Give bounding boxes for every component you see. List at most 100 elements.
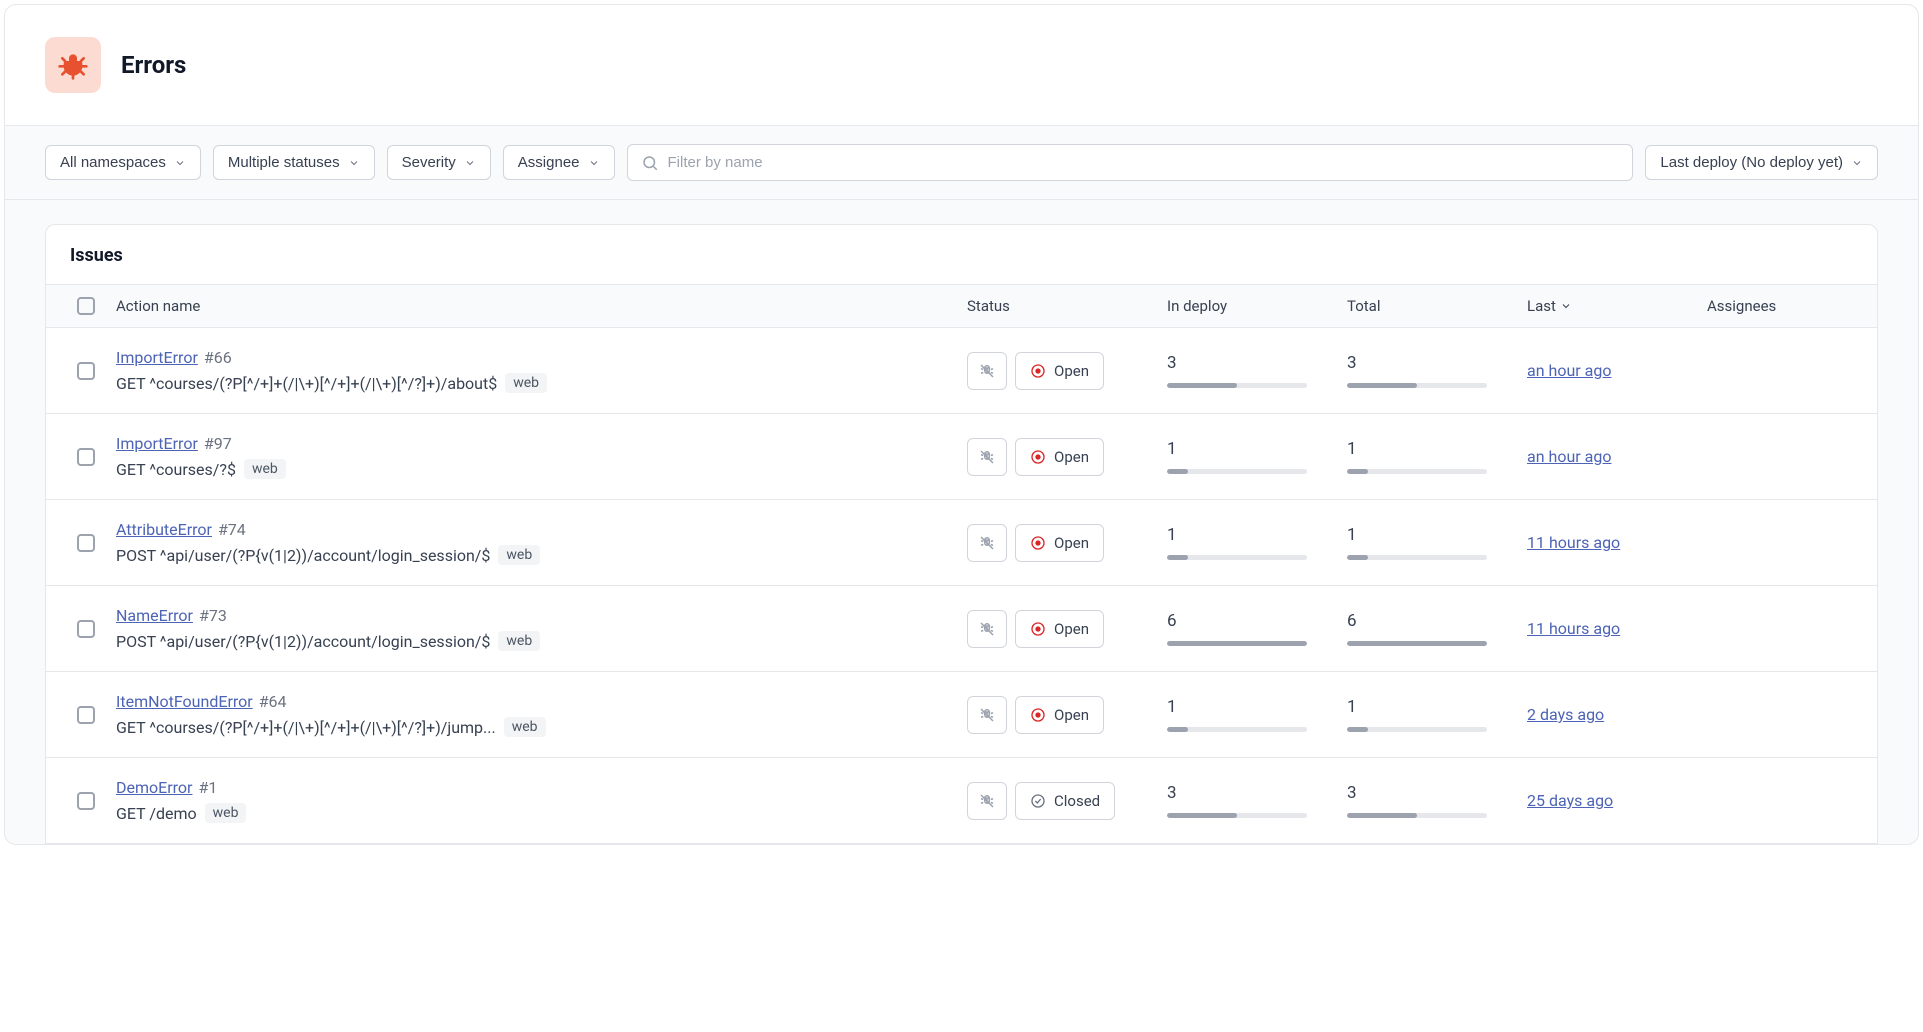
issue-link[interactable]: ImportError: [116, 434, 198, 453]
last-cell: an hour ago: [1527, 447, 1707, 466]
last-link[interactable]: 2 days ago: [1527, 705, 1604, 724]
namespace-tag: web: [498, 545, 540, 565]
chevron-down-icon: [174, 157, 186, 169]
search-input[interactable]: [627, 144, 1634, 181]
status-cell: Open: [967, 524, 1167, 562]
statuses-filter[interactable]: Multiple statuses: [213, 145, 375, 180]
in-deploy-count: 1: [1167, 439, 1347, 459]
col-last: Last: [1527, 297, 1556, 315]
action-cell: AttributeError#74POST ^api/user/(?P{v(1|…: [116, 520, 967, 565]
status-label: Open: [1054, 362, 1089, 380]
status-cell: Open: [967, 696, 1167, 734]
total-bar: [1347, 727, 1487, 732]
status-badge[interactable]: Closed: [1015, 782, 1115, 820]
page-header: Errors: [5, 5, 1918, 126]
status-badge[interactable]: Open: [1015, 610, 1104, 648]
in-deploy-cell: 3: [1167, 783, 1347, 818]
mute-button[interactable]: [967, 352, 1007, 390]
total-count: 3: [1347, 783, 1527, 803]
last-link[interactable]: an hour ago: [1527, 447, 1611, 466]
row-checkbox[interactable]: [77, 792, 95, 810]
table-header: Action name Status In deploy Total Last …: [46, 284, 1877, 328]
col-last-sort[interactable]: Last: [1527, 297, 1707, 315]
issue-link[interactable]: DemoError: [116, 778, 192, 797]
mute-button[interactable]: [967, 610, 1007, 648]
status-cell: Open: [967, 438, 1167, 476]
chevron-down-icon: [1851, 157, 1863, 169]
issue-link[interactable]: NameError: [116, 606, 193, 625]
last-cell: an hour ago: [1527, 361, 1707, 380]
row-checkbox[interactable]: [77, 706, 95, 724]
mute-button[interactable]: [967, 696, 1007, 734]
namespaces-filter[interactable]: All namespaces: [45, 145, 201, 180]
status-badge[interactable]: Open: [1015, 438, 1104, 476]
issues-title: Issues: [46, 225, 1877, 284]
assignee-filter[interactable]: Assignee: [503, 145, 615, 180]
in-deploy-bar: [1167, 641, 1307, 646]
status-badge[interactable]: Open: [1015, 696, 1104, 734]
in-deploy-bar: [1167, 383, 1307, 388]
action-cell: DemoError#1GET /demoweb: [116, 778, 967, 823]
issues-card: Issues Action name Status In deploy Tota…: [45, 224, 1878, 844]
status-cell: Closed: [967, 782, 1167, 820]
action-route: GET ^courses/(?P[^/+]+(/|\+)[^/+]+(/|\+)…: [116, 718, 496, 737]
severity-filter[interactable]: Severity: [387, 145, 491, 180]
status-cell: Open: [967, 352, 1167, 390]
in-deploy-count: 1: [1167, 525, 1347, 545]
in-deploy-bar: [1167, 813, 1307, 818]
issue-id: #74: [218, 520, 246, 539]
issue-link[interactable]: AttributeError: [116, 520, 212, 539]
mute-button[interactable]: [967, 438, 1007, 476]
status-label: Open: [1054, 448, 1089, 466]
in-deploy-bar: [1167, 555, 1307, 560]
in-deploy-cell: 6: [1167, 611, 1347, 646]
status-label: Open: [1054, 620, 1089, 638]
col-assignees: Assignees: [1707, 297, 1867, 315]
total-count: 1: [1347, 439, 1527, 459]
last-link[interactable]: 11 hours ago: [1527, 619, 1620, 638]
search-icon: [641, 154, 659, 172]
action-route: GET ^courses/(?P[^/+]+(/|\+)[^/+]+(/|\+)…: [116, 374, 497, 393]
total-count: 3: [1347, 353, 1527, 373]
table-row: NameError#73POST ^api/user/(?P{v(1|2))/a…: [46, 586, 1877, 672]
status-label: Closed: [1054, 792, 1100, 810]
total-count: 6: [1347, 611, 1527, 631]
action-sub: GET /demoweb: [116, 803, 967, 823]
action-sub: GET ^courses/(?P[^/+]+(/|\+)[^/+]+(/|\+)…: [116, 717, 967, 737]
total-cell: 6: [1347, 611, 1527, 646]
last-cell: 11 hours ago: [1527, 533, 1707, 552]
status-label: Open: [1054, 706, 1089, 724]
deploy-filter-label: Last deploy (No deploy yet): [1660, 154, 1843, 171]
status-badge[interactable]: Open: [1015, 352, 1104, 390]
last-link[interactable]: 25 days ago: [1527, 791, 1613, 810]
total-cell: 1: [1347, 439, 1527, 474]
row-checkbox[interactable]: [77, 620, 95, 638]
deploy-filter[interactable]: Last deploy (No deploy yet): [1645, 145, 1878, 180]
last-link[interactable]: an hour ago: [1527, 361, 1611, 380]
issue-link[interactable]: ImportError: [116, 348, 198, 367]
select-all-checkbox[interactable]: [77, 297, 95, 315]
bug-icon: [45, 37, 101, 93]
action-route: POST ^api/user/(?P{v(1|2))/account/login…: [116, 632, 490, 651]
mute-button[interactable]: [967, 524, 1007, 562]
total-count: 1: [1347, 697, 1527, 717]
col-status: Status: [967, 297, 1167, 315]
issue-id: #97: [204, 434, 232, 453]
chevron-down-icon: [588, 157, 600, 169]
row-checkbox[interactable]: [77, 534, 95, 552]
statuses-filter-label: Multiple statuses: [228, 154, 340, 171]
table-body: ImportError #66 GET ^courses/(?P[^/+]+(/|\…: [46, 328, 1877, 843]
mute-button[interactable]: [967, 782, 1007, 820]
row-checkbox[interactable]: [77, 362, 95, 380]
in-deploy-cell: 1: [1167, 525, 1347, 560]
issue-link[interactable]: ItemNotFoundError: [116, 692, 253, 711]
status-badge[interactable]: Open: [1015, 524, 1104, 562]
table-row: ItemNotFoundError#64GET ^courses/(?P[^/+…: [46, 672, 1877, 758]
last-link[interactable]: 11 hours ago: [1527, 533, 1620, 552]
action-cell: ImportError #66 GET ^courses/(?P[^/+]+(/|\…: [116, 348, 967, 393]
issue-id: #66: [204, 348, 232, 367]
total-count: 1: [1347, 525, 1527, 545]
row-checkbox[interactable]: [77, 448, 95, 466]
total-bar: [1347, 813, 1487, 818]
total-bar: [1347, 383, 1487, 388]
